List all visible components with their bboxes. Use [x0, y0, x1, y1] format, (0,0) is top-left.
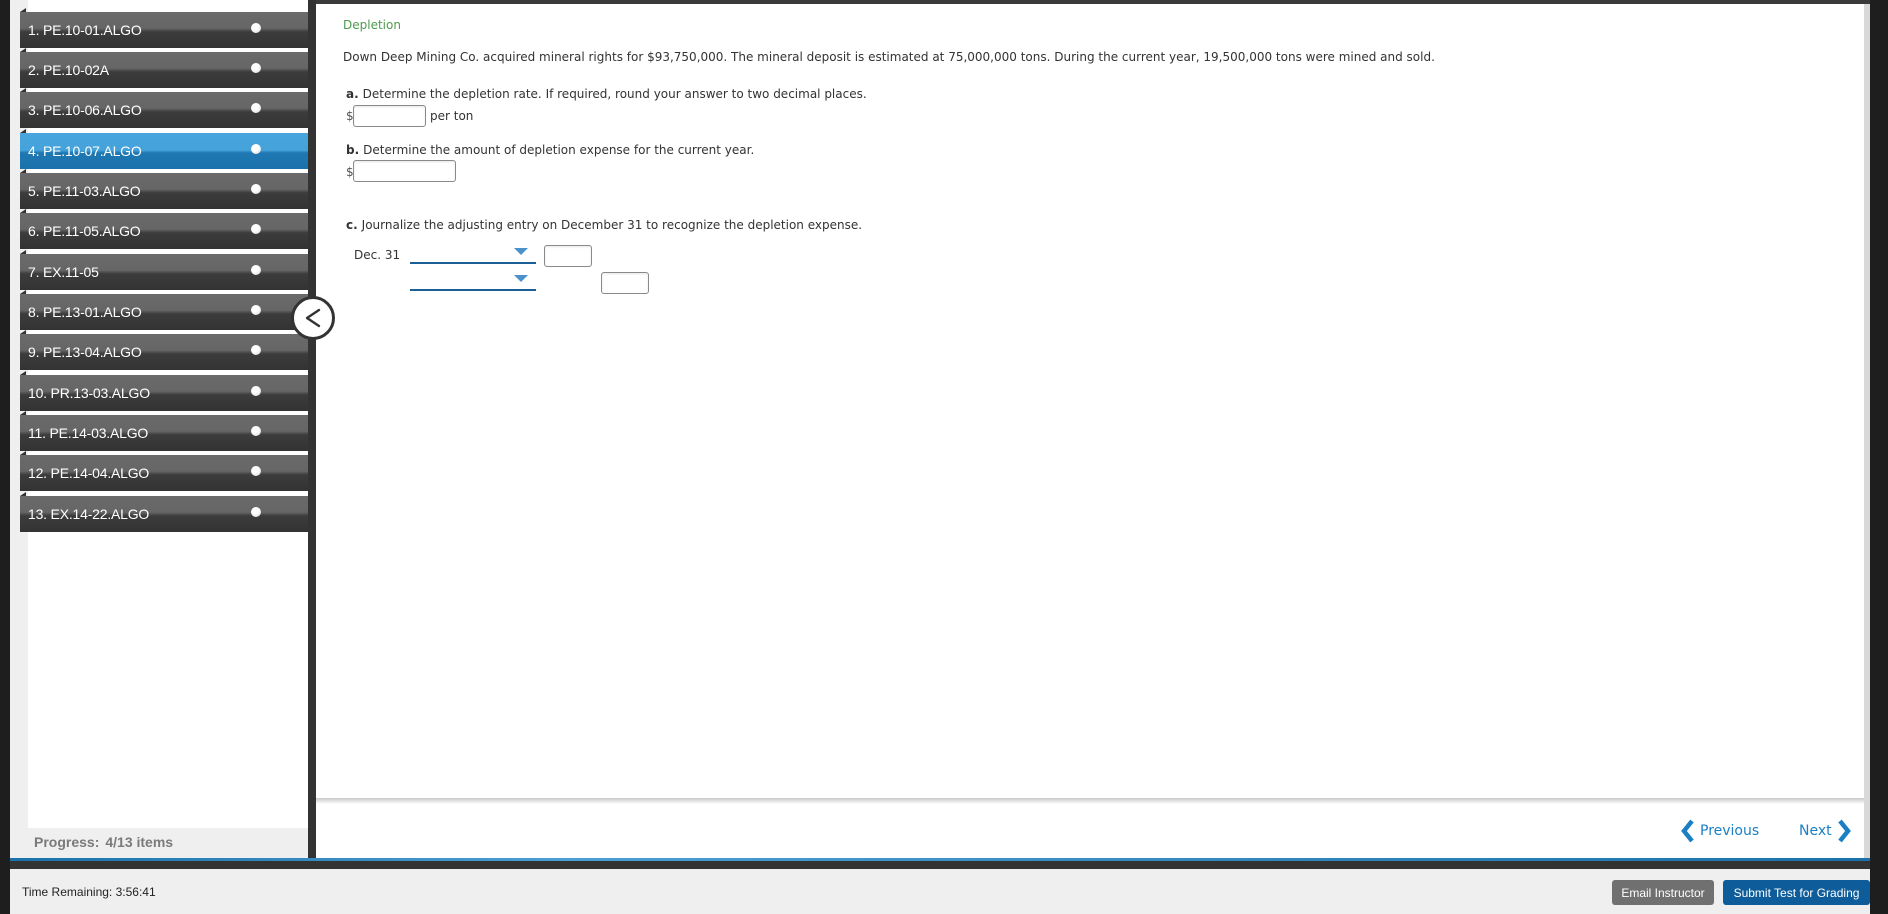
depletion-rate-input[interactable] [353, 105, 426, 127]
progress-label: Progress: [34, 834, 100, 850]
status-dot-icon [251, 426, 261, 436]
question-text: Down Deep Mining Co. acquired mineral ri… [343, 50, 1435, 64]
chevron-left-icon [1681, 819, 1694, 843]
sidebar-item-label: 1. PE.10-01.ALGO [28, 22, 142, 38]
status-dot-icon [251, 305, 261, 315]
sidebar-item-label: 6. PE.11-05.ALGO [28, 223, 141, 239]
status-dot-icon [251, 63, 261, 73]
status-dot-icon [251, 466, 261, 476]
sidebar-item-label: 5. PE.11-03.ALGO [28, 183, 141, 199]
sidebar-item-label: 2. PE.10-02A [28, 62, 109, 78]
sidebar-item-8[interactable]: 8. PE.13-01.ALGO [20, 290, 308, 330]
time-remaining: Time Remaining: 3:56:41 [22, 885, 156, 899]
sidebar-item-label: 9. PE.13-04.ALGO [28, 344, 142, 360]
sidebar-item-label: 12. PE.14-04.ALGO [28, 465, 150, 481]
status-dot-icon [251, 265, 261, 275]
previous-button[interactable]: Previous [1680, 818, 1759, 844]
progress-value: 4/13 items [105, 834, 174, 850]
collapse-sidebar-button[interactable] [291, 296, 335, 340]
footer-divider [10, 861, 1870, 869]
sidebar-item-7[interactable]: 7. EX.11-05 [20, 250, 308, 290]
sidebar-item-13[interactable]: 13. EX.14-22.ALGO [20, 492, 308, 532]
part-c-prompt: c. Journalize the adjusting entry on Dece… [346, 218, 862, 232]
email-instructor-button[interactable]: Email Instructor [1612, 880, 1714, 905]
question-panel [316, 4, 1864, 800]
sidebar-item-label: 13. EX.14-22.ALGO [28, 506, 150, 522]
journal-date: Dec. 31 [354, 248, 401, 262]
status-dot-icon [251, 103, 261, 113]
status-dot-icon [251, 386, 261, 396]
part-a-unit: per ton [430, 109, 474, 123]
sidebar-item-4[interactable]: 4. PE.10-07.ALGO [20, 129, 308, 169]
sidebar-item-6[interactable]: 6. PE.11-05.ALGO [20, 209, 308, 249]
journal-account-dropdown-2[interactable] [410, 273, 536, 291]
next-label: Next [1799, 823, 1832, 839]
progress-indicator: Progress: 4/13 items [34, 834, 173, 850]
journal-debit-input-1[interactable] [544, 245, 592, 267]
chevron-left-icon [305, 308, 321, 328]
nav-area [316, 804, 1864, 858]
sidebar-item-9[interactable]: 9. PE.13-04.ALGO [20, 330, 308, 370]
sidebar-item-label: 11. PE.14-03.ALGO [28, 425, 149, 441]
footer [10, 869, 1870, 914]
part-c-text: Journalize the adjusting entry on Decemb… [361, 218, 863, 232]
sidebar-item-3[interactable]: 3. PE.10-06.ALGO [20, 88, 308, 128]
chevron-right-icon [1837, 819, 1851, 843]
part-a-text: Determine the depletion rate. If require… [362, 87, 867, 101]
part-a-letter: a. [346, 87, 359, 101]
part-b-prompt: b. Determine the amount of depletion expe… [346, 143, 754, 157]
sidebar-item-1[interactable]: 1. PE.10-01.ALGO [20, 8, 308, 48]
part-a-prompt: a. Determine the depletion rate. If requi… [346, 87, 867, 101]
scrollbar[interactable] [1864, 4, 1870, 860]
part-b-letter: b. [346, 143, 360, 157]
submit-test-button[interactable]: Submit Test for Grading [1723, 880, 1870, 905]
dropdown-caret-icon [514, 248, 528, 255]
journal-credit-input-2[interactable] [601, 272, 649, 294]
sidebar-item-2[interactable]: 2. PE.10-02A [20, 48, 308, 88]
sidebar-item-label: 8. PE.13-01.ALGO [28, 304, 142, 320]
part-b-text: Determine the amount of depletion expens… [363, 143, 755, 157]
depletion-expense-input[interactable] [353, 160, 456, 182]
journal-account-dropdown-1[interactable] [410, 246, 536, 264]
sidebar-divider [308, 0, 316, 860]
dropdown-caret-icon [514, 275, 528, 282]
sidebar-item-label: 4. PE.10-07.ALGO [28, 143, 142, 159]
sidebar-item-label: 7. EX.11-05 [28, 264, 99, 280]
sidebar-item-5[interactable]: 5. PE.11-03.ALGO [20, 169, 308, 209]
sidebar-item-label: 3. PE.10-06.ALGO [28, 102, 142, 118]
next-button[interactable]: Next [1799, 818, 1852, 844]
status-dot-icon [251, 224, 261, 234]
status-dot-icon [251, 23, 261, 33]
sidebar-item-10[interactable]: 10. PR.13-03.ALGO [20, 371, 308, 411]
sidebar-item-label: 10. PR.13-03.ALGO [28, 385, 150, 401]
status-dot-icon [251, 345, 261, 355]
status-dot-icon [251, 144, 261, 154]
status-dot-icon [251, 507, 261, 517]
previous-label: Previous [1700, 823, 1760, 839]
status-dot-icon [251, 184, 261, 194]
question-title: Depletion [343, 18, 401, 32]
part-c-letter: c. [346, 218, 358, 232]
sidebar-item-11[interactable]: 11. PE.14-03.ALGO [20, 411, 308, 451]
sidebar-item-12[interactable]: 12. PE.14-04.ALGO [20, 451, 308, 491]
